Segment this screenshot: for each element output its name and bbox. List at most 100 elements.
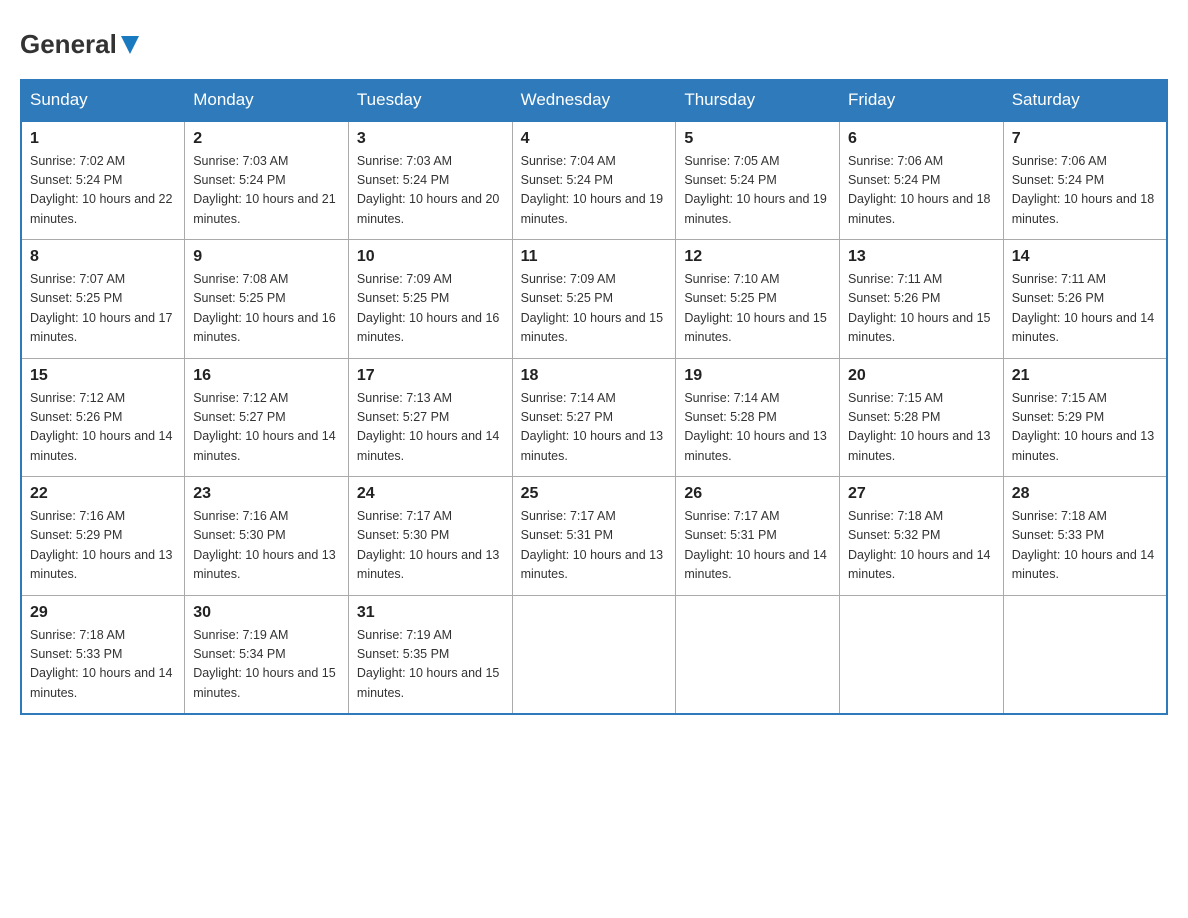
day-number: 16 (193, 367, 340, 385)
day-number: 27 (848, 485, 995, 503)
calendar-cell: 8 Sunrise: 7:07 AMSunset: 5:25 PMDaylight… (21, 240, 185, 359)
day-info: Sunrise: 7:16 AMSunset: 5:30 PMDaylight:… (193, 507, 340, 585)
calendar-cell: 12Sunrise: 7:10 AMSunset: 5:25 PMDayligh… (676, 240, 840, 359)
calendar-cell: 20Sunrise: 7:15 AMSunset: 5:28 PMDayligh… (840, 358, 1004, 477)
calendar-week-row: 8 Sunrise: 7:07 AMSunset: 5:25 PMDaylight… (21, 240, 1167, 359)
day-number: 1 (30, 130, 176, 148)
day-info: Sunrise: 7:08 AMSunset: 5:25 PMDaylight:… (193, 270, 340, 348)
day-number: 5 (684, 130, 831, 148)
logo-arrow-icon (119, 34, 141, 56)
column-header-friday: Friday (840, 79, 1004, 121)
calendar-cell: 16Sunrise: 7:12 AMSunset: 5:27 PMDayligh… (185, 358, 349, 477)
day-number: 2 (193, 130, 340, 148)
day-number: 29 (30, 604, 176, 622)
calendar-cell: 1Sunrise: 7:02 AMSunset: 5:24 PMDaylight… (21, 121, 185, 240)
column-header-wednesday: Wednesday (512, 79, 676, 121)
calendar-table: SundayMondayTuesdayWednesdayThursdayFrid… (20, 79, 1168, 716)
calendar-cell: 11 Sunrise: 7:09 AMSunset: 5:25 PMDayligh… (512, 240, 676, 359)
calendar-cell: 25 Sunrise: 7:17 AMSunset: 5:31 PMDayligh… (512, 477, 676, 596)
day-number: 13 (848, 248, 995, 266)
day-number: 20 (848, 367, 995, 385)
calendar-cell: 7 Sunrise: 7:06 AMSunset: 5:24 PMDaylight… (1003, 121, 1167, 240)
calendar-week-row: 1Sunrise: 7:02 AMSunset: 5:24 PMDaylight… (21, 121, 1167, 240)
day-number: 3 (357, 130, 504, 148)
day-number: 7 (1012, 130, 1158, 148)
day-info: Sunrise: 7:11 AMSunset: 5:26 PMDaylight:… (848, 270, 995, 348)
day-info: Sunrise: 7:16 AMSunset: 5:29 PMDaylight:… (30, 507, 176, 585)
column-header-monday: Monday (185, 79, 349, 121)
calendar-cell: 10 Sunrise: 7:09 AMSunset: 5:25 PMDayligh… (348, 240, 512, 359)
calendar-cell: 13 Sunrise: 7:11 AMSunset: 5:26 PMDayligh… (840, 240, 1004, 359)
day-info: Sunrise: 7:04 AMSunset: 5:24 PMDaylight:… (521, 152, 668, 230)
day-number: 4 (521, 130, 668, 148)
day-number: 30 (193, 604, 340, 622)
day-info: Sunrise: 7:03 AMSunset: 5:24 PMDaylight:… (357, 152, 504, 230)
calendar-cell: 23 Sunrise: 7:16 AMSunset: 5:30 PMDayligh… (185, 477, 349, 596)
calendar-week-row: 15 Sunrise: 7:12 AMSunset: 5:26 PMDayligh… (21, 358, 1167, 477)
day-info: Sunrise: 7:10 AMSunset: 5:25 PMDaylight:… (684, 270, 831, 348)
column-header-tuesday: Tuesday (348, 79, 512, 121)
calendar-cell (1003, 595, 1167, 714)
day-info: Sunrise: 7:19 AMSunset: 5:34 PMDaylight:… (193, 626, 340, 704)
day-number: 23 (193, 485, 340, 503)
calendar-cell: 21Sunrise: 7:15 AMSunset: 5:29 PMDayligh… (1003, 358, 1167, 477)
column-header-thursday: Thursday (676, 79, 840, 121)
day-info: Sunrise: 7:19 AMSunset: 5:35 PMDaylight:… (357, 626, 504, 704)
calendar-cell: 28 Sunrise: 7:18 AMSunset: 5:33 PMDayligh… (1003, 477, 1167, 596)
day-number: 28 (1012, 485, 1158, 503)
calendar-cell: 22Sunrise: 7:16 AMSunset: 5:29 PMDayligh… (21, 477, 185, 596)
day-info: Sunrise: 7:18 AMSunset: 5:32 PMDaylight:… (848, 507, 995, 585)
page-header: General (20, 20, 1168, 69)
calendar-cell: 26 Sunrise: 7:17 AMSunset: 5:31 PMDayligh… (676, 477, 840, 596)
day-info: Sunrise: 7:07 AMSunset: 5:25 PMDaylight:… (30, 270, 176, 348)
day-number: 6 (848, 130, 995, 148)
day-info: Sunrise: 7:17 AMSunset: 5:31 PMDaylight:… (684, 507, 831, 585)
day-number: 14 (1012, 248, 1158, 266)
calendar-cell: 19Sunrise: 7:14 AMSunset: 5:28 PMDayligh… (676, 358, 840, 477)
logo: General (20, 30, 141, 59)
calendar-cell: 4 Sunrise: 7:04 AMSunset: 5:24 PMDaylight… (512, 121, 676, 240)
calendar-cell: 3 Sunrise: 7:03 AMSunset: 5:24 PMDaylight… (348, 121, 512, 240)
day-number: 11 (521, 248, 668, 266)
day-info: Sunrise: 7:13 AMSunset: 5:27 PMDaylight:… (357, 389, 504, 467)
calendar-cell: 14 Sunrise: 7:11 AMSunset: 5:26 PMDayligh… (1003, 240, 1167, 359)
calendar-cell: 15 Sunrise: 7:12 AMSunset: 5:26 PMDayligh… (21, 358, 185, 477)
calendar-cell (676, 595, 840, 714)
calendar-cell (512, 595, 676, 714)
calendar-cell: 31 Sunrise: 7:19 AMSunset: 5:35 PMDayligh… (348, 595, 512, 714)
day-info: Sunrise: 7:12 AMSunset: 5:26 PMDaylight:… (30, 389, 176, 467)
day-info: Sunrise: 7:03 AMSunset: 5:24 PMDaylight:… (193, 152, 340, 230)
calendar-cell: 6 Sunrise: 7:06 AMSunset: 5:24 PMDaylight… (840, 121, 1004, 240)
day-number: 15 (30, 367, 176, 385)
column-header-saturday: Saturday (1003, 79, 1167, 121)
day-number: 31 (357, 604, 504, 622)
day-info: Sunrise: 7:18 AMSunset: 5:33 PMDaylight:… (1012, 507, 1158, 585)
day-info: Sunrise: 7:17 AMSunset: 5:31 PMDaylight:… (521, 507, 668, 585)
day-info: Sunrise: 7:06 AMSunset: 5:24 PMDaylight:… (1012, 152, 1158, 230)
calendar-cell: 24Sunrise: 7:17 AMSunset: 5:30 PMDayligh… (348, 477, 512, 596)
calendar-week-row: 22Sunrise: 7:16 AMSunset: 5:29 PMDayligh… (21, 477, 1167, 596)
day-info: Sunrise: 7:11 AMSunset: 5:26 PMDaylight:… (1012, 270, 1158, 348)
day-info: Sunrise: 7:15 AMSunset: 5:29 PMDaylight:… (1012, 389, 1158, 467)
day-number: 19 (684, 367, 831, 385)
day-info: Sunrise: 7:06 AMSunset: 5:24 PMDaylight:… (848, 152, 995, 230)
calendar-cell: 9Sunrise: 7:08 AMSunset: 5:25 PMDaylight… (185, 240, 349, 359)
day-info: Sunrise: 7:09 AMSunset: 5:25 PMDaylight:… (357, 270, 504, 348)
day-info: Sunrise: 7:18 AMSunset: 5:33 PMDaylight:… (30, 626, 176, 704)
day-info: Sunrise: 7:09 AMSunset: 5:25 PMDaylight:… (521, 270, 668, 348)
day-number: 10 (357, 248, 504, 266)
calendar-cell: 29 Sunrise: 7:18 AMSunset: 5:33 PMDayligh… (21, 595, 185, 714)
calendar-cell: 5Sunrise: 7:05 AMSunset: 5:24 PMDaylight… (676, 121, 840, 240)
day-number: 25 (521, 485, 668, 503)
calendar-week-row: 29 Sunrise: 7:18 AMSunset: 5:33 PMDayligh… (21, 595, 1167, 714)
day-number: 24 (357, 485, 504, 503)
day-number: 26 (684, 485, 831, 503)
calendar-cell: 18 Sunrise: 7:14 AMSunset: 5:27 PMDayligh… (512, 358, 676, 477)
day-number: 18 (521, 367, 668, 385)
day-number: 8 (30, 248, 176, 266)
day-info: Sunrise: 7:14 AMSunset: 5:27 PMDaylight:… (521, 389, 668, 467)
calendar-cell: 30 Sunrise: 7:19 AMSunset: 5:34 PMDayligh… (185, 595, 349, 714)
calendar-header-row: SundayMondayTuesdayWednesdayThursdayFrid… (21, 79, 1167, 121)
calendar-cell: 27 Sunrise: 7:18 AMSunset: 5:32 PMDayligh… (840, 477, 1004, 596)
day-number: 17 (357, 367, 504, 385)
